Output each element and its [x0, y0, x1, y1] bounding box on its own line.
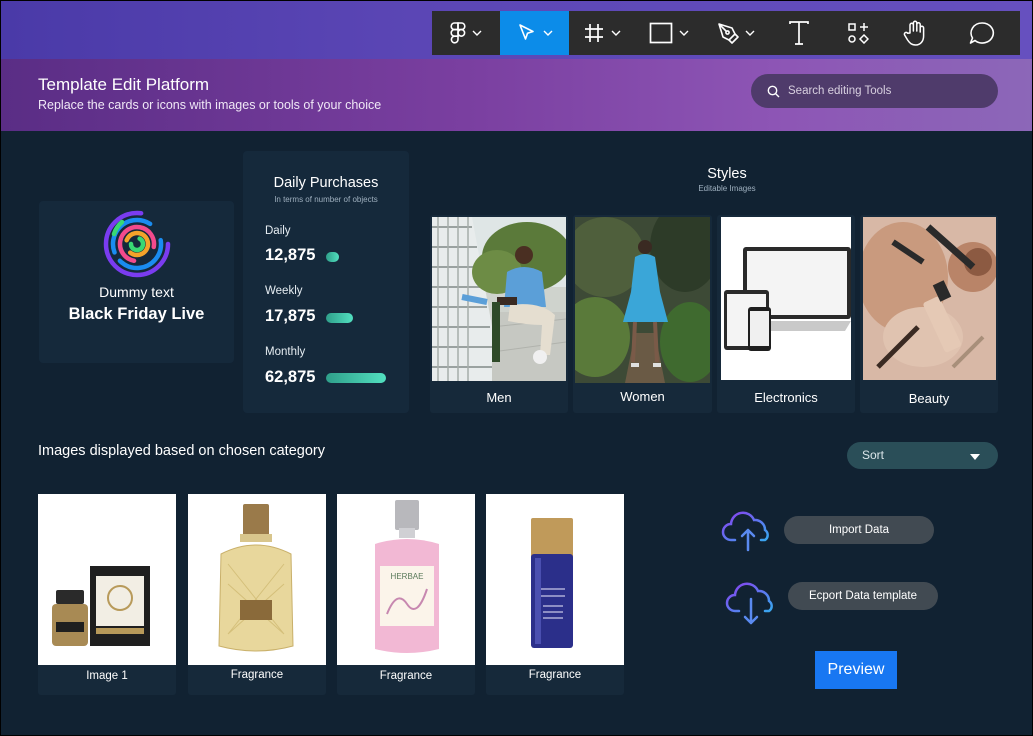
product-label: Fragrance: [528, 669, 582, 681]
stat-bar-monthly: [326, 373, 386, 383]
stat-value-daily: 12,875: [265, 246, 316, 264]
fragrance-box-photo: [38, 494, 176, 665]
figma-logo-icon: [450, 22, 466, 44]
style-card-electronics[interactable]: Electronics: [717, 215, 855, 413]
components-tool-button[interactable]: [829, 11, 887, 55]
import-data-button[interactable]: Import Data: [784, 516, 934, 544]
man-sitting-photo: [432, 217, 566, 381]
daily-purchases-title: Daily Purchases: [273, 175, 379, 191]
product-card[interactable]: Fragrance: [486, 494, 624, 695]
style-card-label: Beauty: [908, 391, 950, 406]
caret-down-icon: [970, 454, 980, 460]
promo-card[interactable]: Dummy text Black Friday Live: [39, 201, 234, 363]
page-title: Template Edit Platform: [38, 75, 210, 94]
sort-dropdown[interactable]: Sort: [847, 442, 998, 469]
stat-value-monthly: 62,875: [265, 368, 316, 386]
bottle-brand-text: HERBAE: [391, 572, 424, 581]
comment-bubble-icon: [969, 22, 994, 44]
hand-icon: [903, 20, 925, 46]
move-tool-button[interactable]: [500, 11, 569, 55]
figma-menu-button[interactable]: [432, 11, 500, 55]
product-card[interactable]: Fragrance: [188, 494, 326, 695]
app-frame: Template Edit Platform Replace the cards…: [0, 0, 1033, 736]
design-toolbar: [432, 11, 1020, 55]
rectangle-icon: [649, 22, 673, 44]
preview-button[interactable]: Preview: [815, 651, 897, 689]
stat-label-daily: Daily: [265, 225, 291, 237]
style-card-men[interactable]: Men: [430, 215, 568, 413]
product-label: Fragrance: [230, 669, 284, 681]
product-label: Image 1: [86, 670, 128, 682]
search-icon: [767, 85, 780, 97]
product-label: Fragrance: [379, 670, 433, 682]
daily-purchases-card: Daily Purchases In terms of number of ob…: [243, 151, 409, 413]
blue-bottle-photo: [486, 494, 624, 665]
gold-perfume-photo: [188, 494, 326, 665]
frame-hash-icon: [585, 24, 603, 42]
daily-purchases-subtitle: In terms of number of objects: [274, 195, 378, 204]
style-card-label: Men: [486, 390, 512, 405]
text-t-icon: [789, 21, 809, 45]
style-card-label: Electronics: [754, 390, 818, 405]
sort-label: Sort: [862, 448, 885, 462]
stat-label-weekly: Weekly: [265, 285, 303, 297]
chevron-down-icon: [745, 30, 755, 36]
hand-tool-button[interactable]: [887, 11, 943, 55]
shape-tool-button[interactable]: [635, 11, 703, 55]
cloud-download-icon[interactable]: [725, 581, 777, 627]
page-subtitle: Replace the cards or icons with images o…: [38, 98, 382, 112]
export-template-button[interactable]: Ecport Data template: [788, 582, 938, 610]
header-banner: Template Edit Platform Replace the cards…: [1, 59, 1032, 131]
pink-bottle-photo: HERBAE: [337, 494, 475, 665]
devices-photo: [721, 217, 853, 380]
cursor-arrow-icon: [518, 24, 534, 40]
text-tool-button[interactable]: [769, 11, 829, 55]
promo-big-text: Black Friday Live: [68, 305, 205, 323]
styles-title: Styles: [707, 166, 747, 182]
style-card-label: Women: [620, 389, 665, 404]
styles-subtitle: Editable Images: [698, 184, 756, 193]
woman-forest-photo: [575, 217, 710, 383]
pen-nib-icon: [718, 23, 739, 44]
chevron-down-icon: [472, 30, 482, 36]
frame-tool-button[interactable]: [569, 11, 635, 55]
cosmetics-photo: [863, 217, 996, 380]
components-icon: [848, 23, 869, 44]
rainbow-ring-logo-icon: [103, 210, 171, 278]
chevron-down-icon: [611, 30, 621, 36]
stat-bar-weekly: [326, 313, 353, 323]
product-card[interactable]: HERBAE Fragrance: [337, 494, 475, 695]
style-card-beauty[interactable]: Beauty: [860, 215, 998, 413]
promo-small-text: Dummy text: [99, 284, 174, 300]
search-box[interactable]: [751, 74, 998, 108]
stat-bar-daily: [326, 252, 339, 262]
chevron-down-icon: [543, 30, 552, 36]
products-section-title: Images displayed based on chosen categor…: [38, 443, 325, 459]
style-card-women[interactable]: Women: [573, 215, 712, 413]
pen-tool-button[interactable]: [703, 11, 769, 55]
stat-value-weekly: 17,875: [265, 307, 316, 325]
stat-label-monthly: Monthly: [265, 346, 306, 358]
search-input[interactable]: [786, 84, 980, 98]
comment-tool-button[interactable]: [943, 11, 1020, 55]
cloud-upload-icon[interactable]: [721, 508, 775, 552]
product-card[interactable]: Image 1: [38, 494, 176, 695]
chevron-down-icon: [679, 30, 689, 36]
